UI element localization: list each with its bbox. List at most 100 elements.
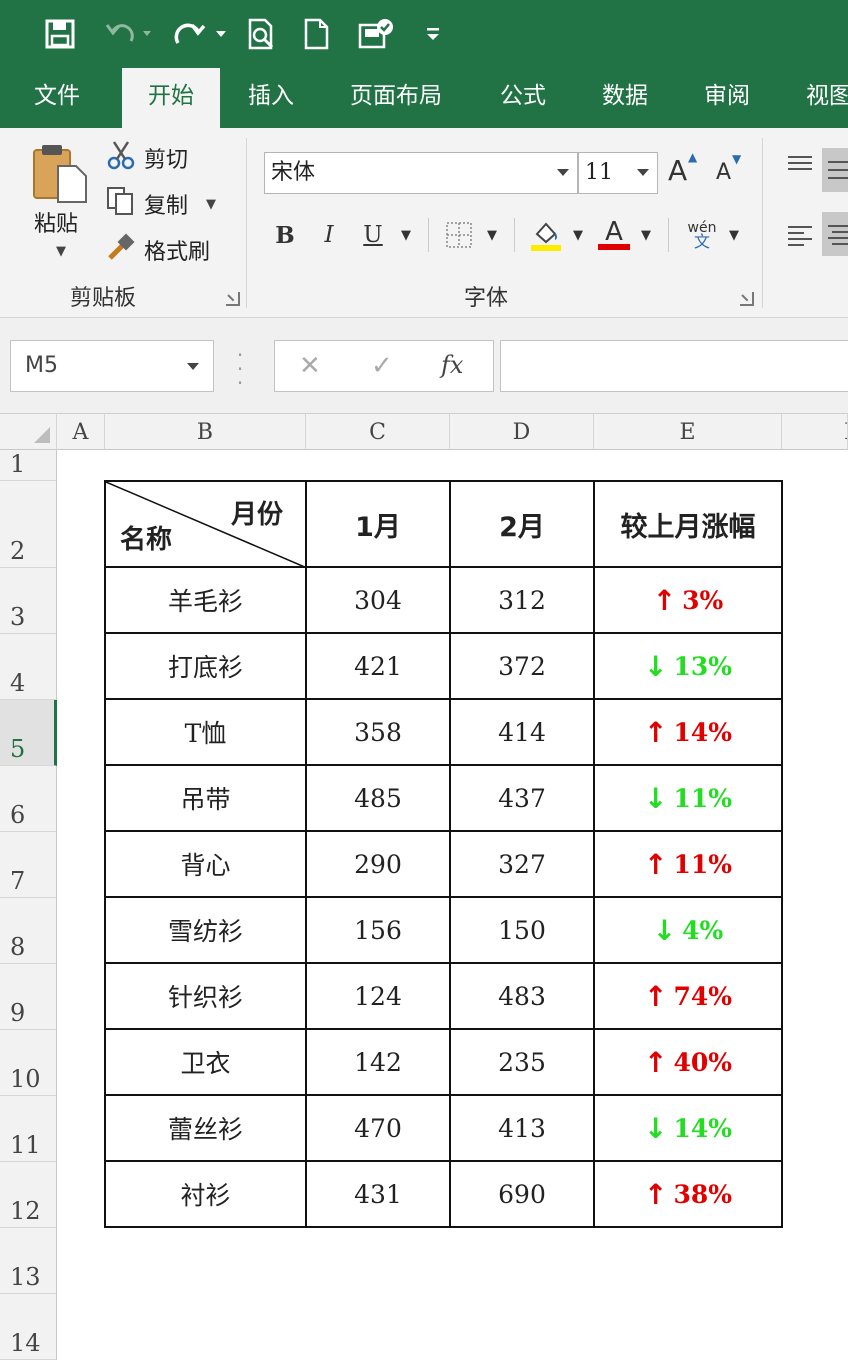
touch-mode-icon[interactable] bbox=[356, 14, 398, 54]
cell-name[interactable]: 吊带 bbox=[104, 764, 307, 832]
tab-view[interactable]: 视图 bbox=[792, 68, 848, 128]
align-top-icon[interactable] bbox=[786, 154, 814, 180]
row-header-2[interactable]: 2 bbox=[0, 481, 57, 568]
column-header-b[interactable]: B bbox=[105, 414, 306, 450]
row-header-11[interactable]: 11 bbox=[0, 1096, 57, 1162]
save-icon[interactable] bbox=[40, 14, 80, 54]
cut-button[interactable]: 剪切 bbox=[106, 140, 188, 176]
column-header-f[interactable]: F bbox=[782, 414, 848, 450]
italic-button[interactable]: I bbox=[314, 218, 344, 252]
cell-feb[interactable]: 413 bbox=[449, 1094, 595, 1162]
cell-feb[interactable]: 372 bbox=[449, 632, 595, 700]
align-center-icon[interactable] bbox=[822, 212, 848, 256]
font-name-select[interactable]: 宋体 bbox=[264, 152, 578, 194]
cell-name[interactable]: T恤 bbox=[104, 698, 307, 766]
font-color-icon[interactable]: A bbox=[596, 218, 632, 252]
copy-button[interactable]: 复制 ▼ bbox=[106, 186, 216, 222]
cell-feb[interactable]: 327 bbox=[449, 830, 595, 898]
borders-dropdown-icon[interactable]: ▼ bbox=[482, 218, 502, 252]
cell-change[interactable]: ↑ 38% bbox=[593, 1160, 783, 1228]
insert-function-icon[interactable]: fx bbox=[441, 351, 463, 379]
grow-font-button[interactable]: A ▲ bbox=[668, 150, 697, 187]
column-header-e[interactable]: E bbox=[594, 414, 782, 450]
cell-change[interactable]: ↑ 11% bbox=[593, 830, 783, 898]
font-size-select[interactable]: 11 bbox=[578, 152, 658, 194]
cancel-icon[interactable]: ✕ bbox=[299, 351, 321, 381]
cell-change[interactable]: ↑ 74% bbox=[593, 962, 783, 1030]
cell-jan[interactable]: 142 bbox=[305, 1028, 451, 1096]
font-color-dropdown-icon[interactable]: ▼ bbox=[636, 218, 656, 252]
header-feb[interactable]: 2月 bbox=[449, 480, 595, 568]
column-header-d[interactable]: D bbox=[450, 414, 594, 450]
tab-file[interactable]: 文件 bbox=[20, 68, 94, 128]
cell-name[interactable]: 蕾丝衫 bbox=[104, 1094, 307, 1162]
name-box[interactable]: M5 bbox=[10, 340, 214, 392]
tab-home[interactable]: 开始 bbox=[122, 68, 220, 130]
tab-formulas[interactable]: 公式 bbox=[486, 68, 560, 128]
cell-jan[interactable]: 470 bbox=[305, 1094, 451, 1162]
cell-jan[interactable]: 290 bbox=[305, 830, 451, 898]
font-launcher-icon[interactable] bbox=[740, 292, 754, 306]
column-header-a[interactable]: A bbox=[57, 414, 105, 450]
cell-change[interactable]: ↓ 14% bbox=[593, 1094, 783, 1162]
customize-toolbar-icon[interactable] bbox=[420, 14, 446, 54]
paste-dropdown-icon[interactable]: ▼ bbox=[56, 244, 66, 259]
cell-change[interactable]: ↓ 11% bbox=[593, 764, 783, 832]
cell-jan[interactable]: 358 bbox=[305, 698, 451, 766]
paste-icon[interactable] bbox=[30, 142, 92, 208]
tab-review[interactable]: 审阅 bbox=[690, 68, 764, 128]
row-header-9[interactable]: 9 bbox=[0, 964, 57, 1030]
row-header-5[interactable]: 5 bbox=[0, 700, 57, 766]
borders-icon[interactable] bbox=[444, 218, 474, 252]
cell-name[interactable]: 卫衣 bbox=[104, 1028, 307, 1096]
row-header-14[interactable]: 14 bbox=[0, 1294, 57, 1360]
fill-color-icon[interactable] bbox=[528, 218, 564, 252]
print-preview-icon[interactable] bbox=[244, 14, 280, 54]
fill-color-dropdown-icon[interactable]: ▼ bbox=[568, 218, 588, 252]
cell-name[interactable]: 羊毛衫 bbox=[104, 566, 307, 634]
tab-insert[interactable]: 插入 bbox=[234, 68, 308, 128]
format-painter-button[interactable]: 格式刷 bbox=[106, 232, 210, 268]
cell-name[interactable]: 打底衫 bbox=[104, 632, 307, 700]
copy-dropdown-icon[interactable]: ▼ bbox=[206, 197, 216, 212]
cell-jan[interactable]: 124 bbox=[305, 962, 451, 1030]
cell-name[interactable]: 针织衫 bbox=[104, 962, 307, 1030]
formula-input[interactable] bbox=[500, 340, 848, 392]
clipboard-launcher-icon[interactable] bbox=[226, 292, 240, 306]
shrink-font-button[interactable]: A ▼ bbox=[716, 152, 741, 185]
row-header-1[interactable]: 1 bbox=[0, 450, 57, 481]
row-header-8[interactable]: 8 bbox=[0, 898, 57, 964]
phonetic-guide-icon[interactable]: wén 文 bbox=[682, 218, 722, 252]
more-icon[interactable]: · · · bbox=[236, 345, 244, 393]
cell-feb[interactable]: 483 bbox=[449, 962, 595, 1030]
cell-jan[interactable]: 431 bbox=[305, 1160, 451, 1228]
column-header-c[interactable]: C bbox=[306, 414, 450, 450]
cell-feb[interactable]: 690 bbox=[449, 1160, 595, 1228]
redo-icon[interactable] bbox=[170, 14, 230, 54]
new-document-icon[interactable] bbox=[302, 14, 332, 54]
cell-jan[interactable]: 421 bbox=[305, 632, 451, 700]
select-all-button[interactable] bbox=[0, 414, 57, 450]
row-header-10[interactable]: 10 bbox=[0, 1030, 57, 1096]
phonetic-dropdown-icon[interactable]: ▼ bbox=[724, 218, 744, 252]
underline-dropdown-icon[interactable]: ▼ bbox=[396, 218, 416, 252]
header-jan[interactable]: 1月 bbox=[305, 480, 451, 568]
row-header-12[interactable]: 12 bbox=[0, 1162, 57, 1228]
cell-feb[interactable]: 235 bbox=[449, 1028, 595, 1096]
cell-name[interactable]: 衬衫 bbox=[104, 1160, 307, 1228]
cell-change[interactable]: ↓ 4% bbox=[593, 896, 783, 964]
cell-jan[interactable]: 485 bbox=[305, 764, 451, 832]
row-header-6[interactable]: 6 bbox=[0, 766, 57, 832]
cell-change[interactable]: ↑ 40% bbox=[593, 1028, 783, 1096]
row-header-13[interactable]: 13 bbox=[0, 1228, 57, 1294]
tab-page-layout[interactable]: 页面布局 bbox=[336, 68, 456, 128]
cell-name[interactable]: 雪纺衫 bbox=[104, 896, 307, 964]
cell-jan[interactable]: 304 bbox=[305, 566, 451, 634]
cell-change[interactable]: ↓ 13% bbox=[593, 632, 783, 700]
tab-data[interactable]: 数据 bbox=[588, 68, 662, 128]
cell-feb[interactable]: 437 bbox=[449, 764, 595, 832]
align-middle-icon[interactable] bbox=[822, 148, 848, 192]
row-header-4[interactable]: 4 bbox=[0, 634, 57, 700]
paste-button[interactable]: 粘贴 bbox=[34, 206, 78, 238]
cell-feb[interactable]: 150 bbox=[449, 896, 595, 964]
